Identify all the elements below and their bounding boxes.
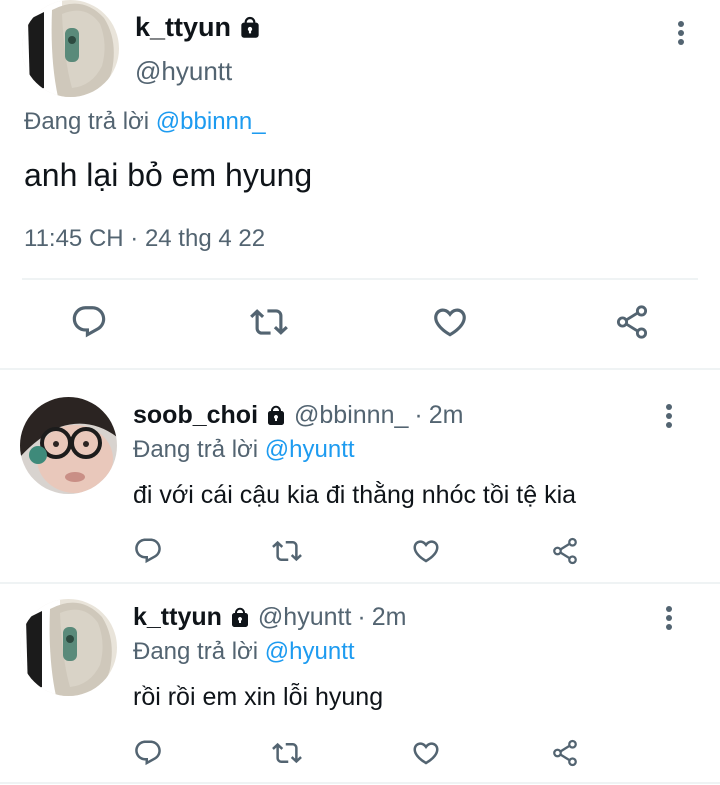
mention-link[interactable]: @hyuntt xyxy=(265,436,355,463)
replying-prefix: Đang trả lời xyxy=(133,638,259,665)
lock-icon xyxy=(264,404,288,428)
reply-header: k_ttyun @hyuntt · 2m xyxy=(133,603,406,632)
more-vertical-icon[interactable] xyxy=(670,18,692,53)
more-vertical-icon[interactable] xyxy=(658,402,680,435)
divider xyxy=(0,782,720,784)
tweet-text: rồi rồi em xin lỗi hyung xyxy=(133,683,384,711)
reply-header: soob_choi @bbinnn_ · 2m xyxy=(133,401,463,430)
retweet-icon[interactable] xyxy=(250,303,288,341)
mention-link[interactable]: @hyuntt xyxy=(265,638,355,665)
more-vertical-icon[interactable] xyxy=(658,604,680,637)
divider xyxy=(22,278,698,280)
display-name[interactable]: k_ttyun xyxy=(133,603,222,632)
heart-icon[interactable] xyxy=(411,738,441,773)
retweet-icon[interactable] xyxy=(272,738,302,773)
handle[interactable]: @hyuntt xyxy=(135,56,232,87)
avatar[interactable] xyxy=(22,0,119,97)
tweet-text: anh lại bỏ em hyung xyxy=(24,157,313,193)
divider xyxy=(0,368,720,370)
replying-to: Đang trả lời @bbinnn_ xyxy=(24,108,266,136)
action-bar xyxy=(0,303,720,345)
display-name[interactable]: soob_choi xyxy=(133,401,258,430)
retweet-icon[interactable] xyxy=(272,536,302,571)
avatar[interactable] xyxy=(20,397,117,494)
timestamp[interactable]: 2m xyxy=(429,401,464,430)
tweet-text: đi với cái cậu kia đi thằng nhóc tồi tệ … xyxy=(133,481,577,509)
separator-dot: · xyxy=(357,603,366,631)
share-icon[interactable] xyxy=(613,303,651,341)
replying-prefix: Đang trả lời xyxy=(24,108,150,135)
display-name[interactable]: k_ttyun xyxy=(135,12,263,43)
handle[interactable]: @hyuntt xyxy=(258,603,351,632)
share-icon[interactable] xyxy=(550,536,580,571)
timestamp[interactable]: 11:45 CH · 24 thg 4 22 xyxy=(24,225,265,253)
reply-icon[interactable] xyxy=(70,303,108,341)
mention-link[interactable]: @bbinnn_ xyxy=(156,108,266,135)
divider xyxy=(0,582,720,584)
display-name-text[interactable]: k_ttyun xyxy=(135,12,231,43)
replying-to: Đang trả lời @hyuntt xyxy=(133,638,355,666)
reply-icon[interactable] xyxy=(133,536,163,571)
heart-icon[interactable] xyxy=(431,303,469,341)
share-icon[interactable] xyxy=(550,738,580,773)
avatar[interactable] xyxy=(20,599,117,696)
separator-dot: · xyxy=(414,401,423,429)
heart-icon[interactable] xyxy=(411,536,441,571)
replying-to: Đang trả lời @hyuntt xyxy=(133,436,355,464)
lock-icon xyxy=(228,606,252,630)
handle[interactable]: @bbinnn_ xyxy=(294,401,408,430)
reply-icon[interactable] xyxy=(133,738,163,773)
timestamp[interactable]: 2m xyxy=(372,603,407,632)
replying-prefix: Đang trả lời xyxy=(133,436,259,463)
lock-icon xyxy=(237,15,263,41)
